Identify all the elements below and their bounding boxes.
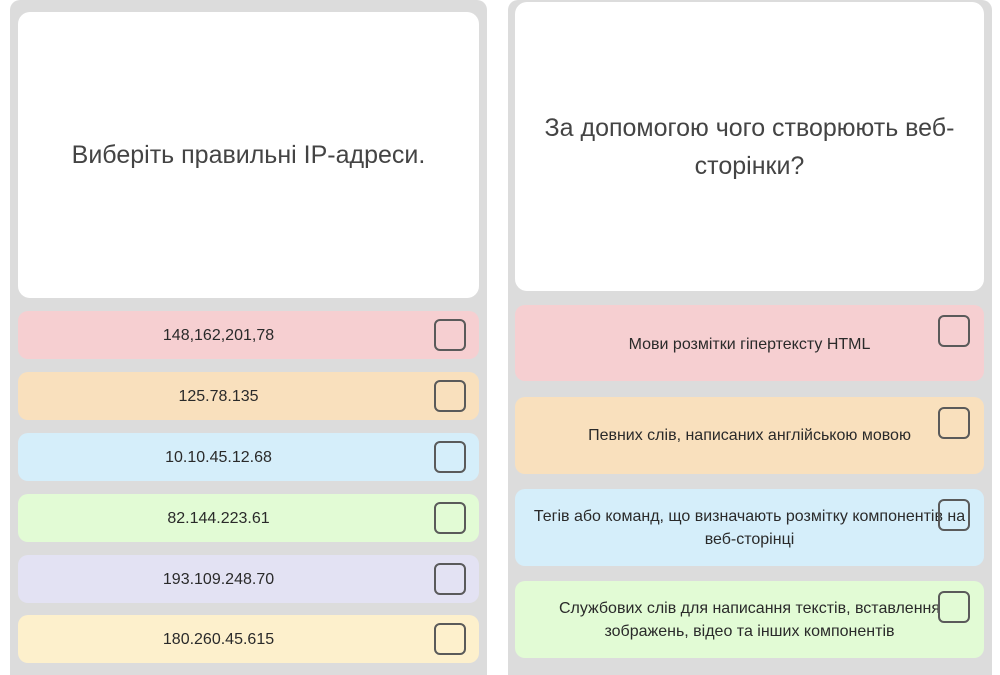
left-quiz-panel: Виберіть правильні IP-адреси. 148,162,20… bbox=[10, 0, 487, 675]
answer-label: Тегів або команд, що визначають розмітку… bbox=[533, 507, 966, 548]
answer-label: 125.78.135 bbox=[178, 387, 259, 405]
answer-label: Службових слів для написання текстів, вс… bbox=[558, 599, 941, 640]
checkbox[interactable] bbox=[938, 315, 970, 347]
answer-option-2[interactable]: 125.78.135 bbox=[18, 372, 479, 420]
checkbox[interactable] bbox=[434, 502, 466, 534]
answer-option-4[interactable]: Службових слів для написання текстів, вс… bbox=[515, 581, 984, 658]
answer-label: 82.144.223.61 bbox=[167, 509, 270, 527]
answer-option-1[interactable]: Мови розмітки гіпертексту HTML bbox=[515, 305, 984, 381]
checkbox[interactable] bbox=[434, 380, 466, 412]
question-text: Виберіть правильні IP-адреси. bbox=[71, 141, 426, 169]
checkbox[interactable] bbox=[938, 499, 970, 531]
checkbox[interactable] bbox=[938, 407, 970, 439]
checkbox[interactable] bbox=[434, 563, 466, 595]
checkbox[interactable] bbox=[434, 623, 466, 655]
answer-option-1[interactable]: 148,162,201,78 bbox=[18, 311, 479, 359]
answer-option-5[interactable]: 193.109.248.70 bbox=[18, 555, 479, 603]
question-text: За допомогою чого створюють веб-сторінки… bbox=[544, 113, 955, 180]
answer-label: 193.109.248.70 bbox=[162, 570, 275, 588]
answer-label: Мови розмітки гіпертексту HTML bbox=[628, 335, 871, 353]
answer-label: Певних слів, написаних англійською мовою bbox=[588, 427, 911, 444]
checkbox[interactable] bbox=[938, 591, 970, 623]
answer-label: 180.260.45.615 bbox=[162, 630, 275, 648]
answer-option-4[interactable]: 82.144.223.61 bbox=[18, 494, 479, 542]
question-card: Виберіть правильні IP-адреси. bbox=[18, 12, 479, 298]
answer-option-2[interactable]: Певних слів, написаних англійською мовою bbox=[515, 397, 984, 474]
checkbox[interactable] bbox=[434, 319, 466, 351]
answer-option-3[interactable]: Тегів або команд, що визначають розмітку… bbox=[515, 489, 984, 566]
checkbox[interactable] bbox=[434, 441, 466, 473]
question-card: За допомогою чого створюють веб-сторінки… bbox=[515, 2, 984, 291]
right-quiz-panel: За допомогою чого створюють веб-сторінки… bbox=[508, 0, 992, 675]
answer-label: 148,162,201,78 bbox=[162, 326, 275, 344]
answer-option-6[interactable]: 180.260.45.615 bbox=[18, 615, 479, 663]
answer-label: 10.10.45.12.68 bbox=[165, 448, 272, 466]
answer-option-3[interactable]: 10.10.45.12.68 bbox=[18, 433, 479, 481]
